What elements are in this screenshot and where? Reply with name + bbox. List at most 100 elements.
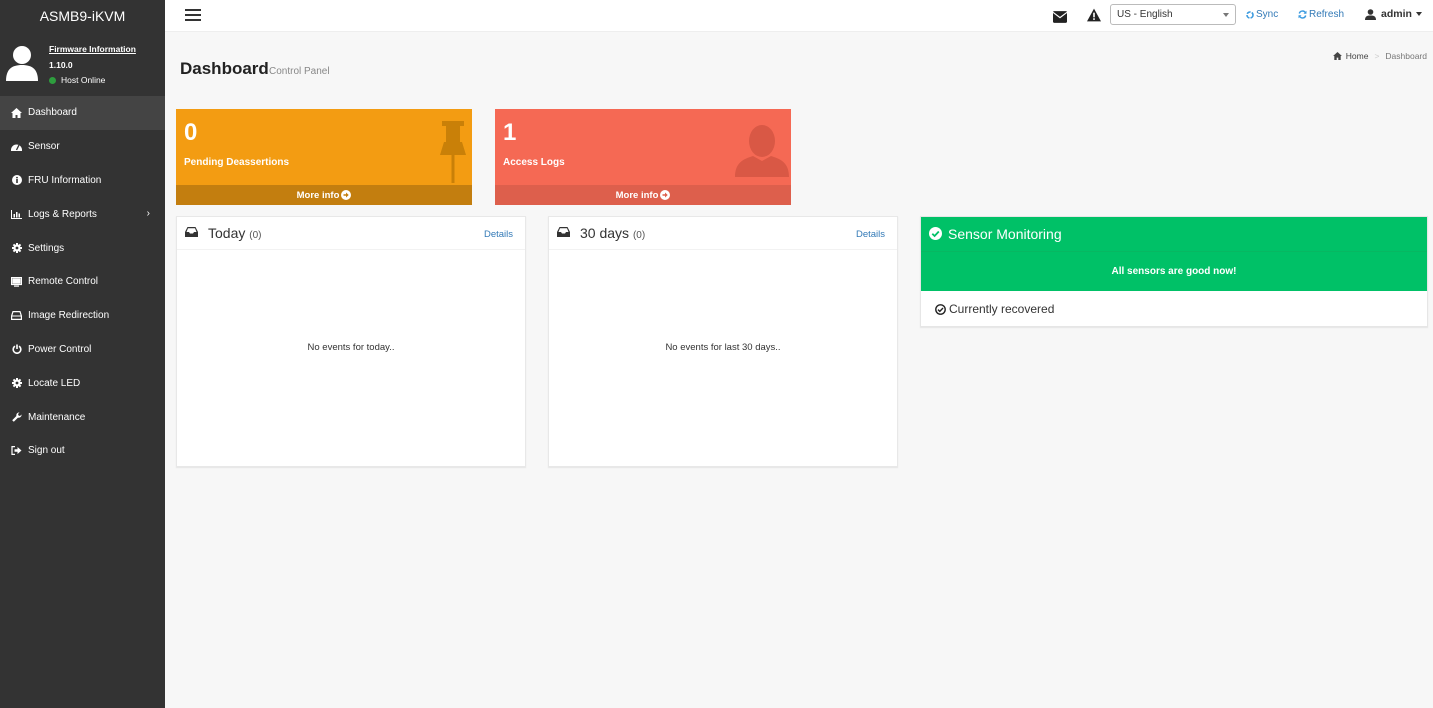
panel-title-text: 30 days	[580, 225, 630, 241]
status-dot-icon	[49, 76, 56, 84]
sign-out-icon	[11, 445, 22, 456]
empty-message: No events for today..	[307, 342, 395, 353]
sensor-monitoring-header: Sensor Monitoring	[921, 217, 1427, 251]
sidebar-item-dashboard[interactable]: Dashboard	[0, 96, 165, 130]
more-info-label: More info	[615, 189, 659, 201]
host-status: Host Online	[49, 75, 105, 85]
sync-button[interactable]: Sync	[1246, 9, 1278, 20]
bar-chart-icon	[11, 209, 22, 220]
panel-header: 30 days (0) Details	[549, 217, 897, 250]
user-icon	[735, 125, 789, 177]
pending-deassertions-box: 0 Pending Deassertions More info	[176, 109, 472, 205]
panel-header: Today (0) Details	[177, 217, 525, 250]
refresh-button[interactable]: Refresh	[1298, 9, 1344, 20]
access-logs-more-info[interactable]: More info	[495, 185, 791, 205]
sidebar-item-maintenance[interactable]: Maintenance	[0, 400, 165, 434]
breadcrumb: Home > Dashboard	[1332, 51, 1427, 61]
sidebar-item-label: Remote Control	[28, 276, 99, 288]
envelope-icon[interactable]	[1053, 10, 1067, 24]
language-select[interactable]: US - English	[1110, 4, 1236, 25]
today-events-panel: Today (0) Details No events for today..	[176, 216, 526, 467]
empty-message: No events for last 30 days..	[665, 342, 781, 353]
thirty-days-details-link[interactable]: Details	[856, 229, 885, 240]
panel-count: (0)	[249, 230, 262, 241]
sidebar-item-label: Image Redirection	[28, 310, 110, 322]
chevron-down-icon	[1415, 12, 1422, 16]
home-icon	[11, 107, 22, 118]
check-circle-outline-icon	[935, 303, 946, 315]
sensor-recovered-row: Currently recovered	[921, 291, 1427, 327]
user-avatar-icon	[6, 46, 38, 81]
hamburger-menu-icon[interactable]	[185, 9, 201, 21]
refresh-icon	[1298, 10, 1307, 19]
inbox-icon	[557, 227, 570, 237]
host-status-label: Host Online	[61, 75, 106, 85]
check-circle-icon	[929, 227, 942, 240]
sidebar-item-label: Sign out	[28, 445, 65, 457]
sidebar-item-remote-control[interactable]: Remote Control	[0, 265, 165, 299]
user-menu-label: admin	[1381, 8, 1412, 20]
user-menu[interactable]: admin	[1365, 8, 1422, 20]
sidebar-item-label: Sensor	[28, 141, 60, 153]
user-icon	[1365, 8, 1376, 20]
sidebar-item-label: Maintenance	[28, 411, 86, 423]
drive-icon	[11, 310, 22, 321]
pending-deassertions-label: Pending Deassertions	[184, 157, 290, 168]
access-logs-count: 1	[503, 119, 517, 146]
firmware-version: 1.10.0	[49, 60, 73, 70]
sync-label: Sync	[1256, 9, 1279, 20]
monitor-icon	[11, 276, 22, 287]
user-panel: Firmware Information 1.10.0 Host Online	[0, 31, 165, 96]
sensor-status-message: All sensors are good now!	[921, 251, 1427, 291]
sidebar-item-sensor[interactable]: Sensor	[0, 130, 165, 164]
inbox-icon	[185, 227, 198, 237]
sidebar-menu: Dashboard Sensor FRU Information Logs & …	[0, 96, 165, 468]
sidebar-item-label: Power Control	[28, 343, 92, 355]
access-logs-label: Access Logs	[503, 157, 565, 168]
wrench-icon	[11, 412, 22, 423]
warning-icon[interactable]	[1087, 8, 1101, 22]
brand-logo: ASMB9-iKVM	[0, 0, 165, 31]
sensor-recovered-label: Currently recovered	[949, 302, 1055, 316]
breadcrumb-home-label: Home	[1345, 51, 1369, 61]
sensor-monitoring-title: Sensor Monitoring	[948, 226, 1062, 242]
panel-title: 30 days (0)	[580, 225, 645, 241]
page-subtitle: Control Panel	[269, 66, 330, 77]
chevron-right-icon: ›	[146, 208, 150, 220]
sensor-monitoring-panel: Sensor Monitoring All sensors are good n…	[920, 216, 1428, 327]
home-icon	[1332, 52, 1342, 60]
panel-title-text: Today	[208, 225, 246, 241]
sidebar-item-settings[interactable]: Settings	[0, 231, 165, 265]
refresh-label: Refresh	[1309, 9, 1345, 20]
pending-deassertions-more-info[interactable]: More info	[176, 185, 472, 205]
breadcrumb-home[interactable]: Home	[1332, 51, 1369, 61]
sidebar-item-label: Locate LED	[28, 377, 81, 389]
pushpin-icon	[440, 121, 466, 183]
sidebar-item-logs-reports[interactable]: Logs & Reports ›	[0, 197, 165, 231]
info-icon	[11, 175, 22, 186]
sidebar-item-label: FRU Information	[28, 174, 102, 186]
breadcrumb-current: Dashboard	[1385, 51, 1427, 61]
power-icon	[11, 344, 22, 355]
today-details-link[interactable]: Details	[484, 229, 513, 240]
access-logs-box: 1 Access Logs More info	[495, 109, 791, 205]
sidebar-item-power-control[interactable]: Power Control	[0, 333, 165, 367]
thirty-days-events-panel: 30 days (0) Details No events for last 3…	[548, 216, 898, 467]
gear-icon	[11, 378, 22, 389]
sidebar: ASMB9-iKVM Firmware Information 1.10.0 H…	[0, 0, 165, 708]
sidebar-item-sign-out[interactable]: Sign out	[0, 434, 165, 468]
sidebar-item-label: Dashboard	[28, 107, 77, 119]
sidebar-item-locate-led[interactable]: Locate LED	[0, 366, 165, 400]
sidebar-item-label: Settings	[28, 242, 65, 254]
arrow-circle-right-icon	[341, 190, 352, 200]
panel-count: (0)	[632, 230, 646, 241]
chevron-down-icon	[1223, 13, 1229, 17]
sidebar-item-fru-information[interactable]: FRU Information	[0, 164, 165, 198]
more-info-label: More info	[296, 189, 340, 201]
firmware-information-link[interactable]: Firmware Information	[49, 44, 136, 54]
dashboard-gauge-icon	[11, 141, 22, 152]
breadcrumb-separator: >	[1374, 51, 1380, 61]
sidebar-item-image-redirection[interactable]: Image Redirection	[0, 299, 165, 333]
pending-deassertions-count: 0	[184, 119, 198, 146]
language-select-value: US - English	[1117, 9, 1173, 20]
